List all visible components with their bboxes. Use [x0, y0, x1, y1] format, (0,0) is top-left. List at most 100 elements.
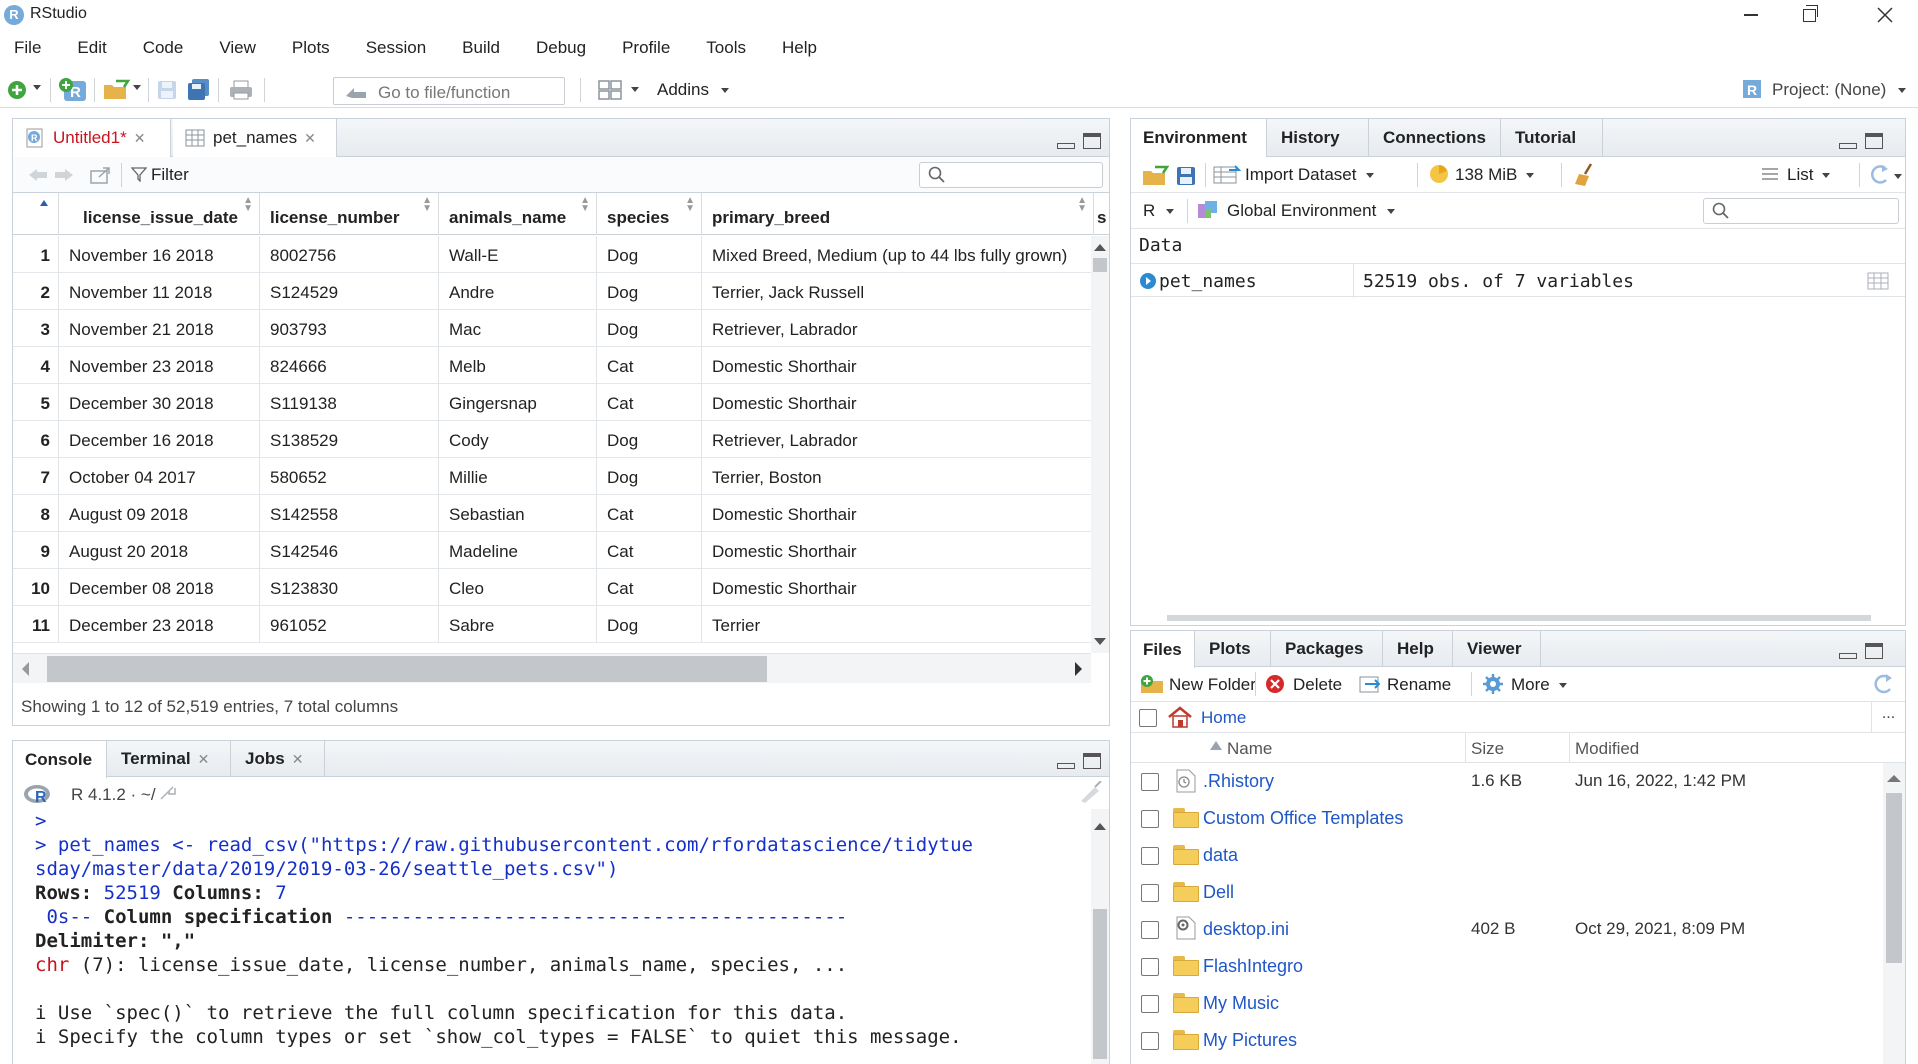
- table-row[interactable]: 8 August 09 2018 S142558 Sebastian Cat D…: [13, 495, 1091, 532]
- tab-history[interactable]: History: [1269, 119, 1369, 156]
- breadcrumb-home[interactable]: Home: [1201, 708, 1246, 728]
- data-search-input[interactable]: [919, 162, 1103, 188]
- close-tab-icon[interactable]: ✕: [198, 751, 210, 768]
- table-row[interactable]: 3 November 21 2018 903793 Mac Dog Retrie…: [13, 310, 1091, 347]
- table-row[interactable]: 7 October 04 2017 580652 Millie Dog Terr…: [13, 458, 1091, 495]
- pane-layout-dropdown-icon[interactable]: [630, 86, 640, 94]
- column-header-species[interactable]: species ▲ ▼: [597, 193, 702, 235]
- save-all-icon[interactable]: [186, 78, 212, 102]
- file-checkbox[interactable]: [1141, 884, 1159, 902]
- file-checkbox[interactable]: [1141, 1032, 1159, 1050]
- file-checkbox[interactable]: [1141, 810, 1159, 828]
- file-checkbox[interactable]: [1141, 921, 1159, 939]
- menu-tools[interactable]: Tools: [706, 36, 764, 64]
- folder-row[interactable]: data: [1131, 837, 1883, 874]
- close-tab-icon[interactable]: ✕: [304, 130, 316, 147]
- tab-jobs[interactable]: Jobs ✕: [233, 741, 325, 777]
- memory-usage-button[interactable]: 138 MiB: [1429, 164, 1535, 185]
- folder-name[interactable]: My Music: [1203, 993, 1279, 1014]
- folder-row[interactable]: Custom Office Templates: [1131, 800, 1883, 837]
- tab-files[interactable]: Files: [1131, 631, 1195, 668]
- close-window-button[interactable]: [1856, 0, 1914, 30]
- menu-view[interactable]: View: [219, 36, 274, 64]
- maximize-pane-icon[interactable]: [1863, 131, 1883, 151]
- table-row[interactable]: 5 December 30 2018 S119138 Gingersnap Ca…: [13, 384, 1091, 421]
- clear-console-icon[interactable]: [1077, 781, 1103, 805]
- refresh-files-icon[interactable]: [1871, 672, 1895, 696]
- refresh-environment-icon[interactable]: [1867, 164, 1903, 186]
- view-mode-button[interactable]: List: [1761, 165, 1831, 185]
- table-row[interactable]: 4 November 23 2018 824666 Melb Cat Domes…: [13, 347, 1091, 384]
- restore-window-button[interactable]: [1780, 0, 1838, 30]
- menu-plots[interactable]: Plots: [292, 36, 348, 64]
- tab-connections[interactable]: Connections: [1371, 119, 1501, 156]
- file-checkbox[interactable]: [1141, 995, 1159, 1013]
- open-file-icon[interactable]: [102, 79, 132, 101]
- menu-build[interactable]: Build: [462, 36, 518, 64]
- minimize-pane-icon[interactable]: [1055, 751, 1075, 771]
- folder-name[interactable]: FlashIntegro: [1203, 956, 1303, 977]
- file-checkbox[interactable]: [1141, 773, 1159, 791]
- folder-name[interactable]: Dell: [1203, 882, 1234, 903]
- tab-packages[interactable]: Packages: [1273, 631, 1383, 667]
- environment-search-input[interactable]: [1703, 198, 1899, 224]
- environment-scope-select[interactable]: Global Environment: [1197, 200, 1396, 221]
- open-in-new-window-icon[interactable]: [89, 167, 111, 185]
- folder-name[interactable]: data: [1203, 845, 1238, 866]
- column-header-license-number[interactable]: license_number ▲ ▼: [260, 193, 439, 235]
- more-menu-button[interactable]: More: [1481, 673, 1568, 695]
- console-scrollbar[interactable]: [1091, 809, 1109, 1064]
- menu-debug[interactable]: Debug: [536, 36, 604, 64]
- forward-arrow-icon[interactable]: [53, 167, 75, 183]
- file-checkbox[interactable]: [1141, 958, 1159, 976]
- grid-horizontal-scrollbar[interactable]: [13, 653, 1091, 683]
- file-row[interactable]: desktop.ini 402 B Oct 29, 2021, 8:09 PM: [1131, 911, 1883, 948]
- save-icon[interactable]: [156, 79, 178, 101]
- import-dataset-button[interactable]: Import Dataset: [1213, 164, 1375, 185]
- view-data-table-icon[interactable]: [1867, 272, 1889, 290]
- file-name[interactable]: desktop.ini: [1203, 919, 1289, 940]
- menu-code[interactable]: Code: [143, 36, 202, 64]
- minimize-pane-icon[interactable]: [1055, 131, 1075, 151]
- tab-viewer[interactable]: Viewer: [1455, 631, 1541, 667]
- file-row[interactable]: .Rhistory 1.6 KB Jun 16, 2022, 1:42 PM: [1131, 763, 1883, 800]
- file-checkbox[interactable]: [1141, 847, 1159, 865]
- table-row[interactable]: 9 August 20 2018 S142546 Madeline Cat Do…: [13, 532, 1091, 569]
- close-tab-icon[interactable]: ✕: [292, 751, 304, 768]
- project-menu[interactable]: Project: (None): [1772, 80, 1907, 100]
- print-icon[interactable]: [228, 79, 254, 101]
- table-row[interactable]: 1 November 16 2018 8002756 Wall-E Dog Mi…: [13, 236, 1091, 273]
- maximize-pane-icon[interactable]: [1081, 131, 1101, 151]
- environment-object-row[interactable]: pet_names 52519 obs. of 7 variables: [1131, 263, 1905, 298]
- grid-vertical-scrollbar[interactable]: [1091, 236, 1109, 653]
- menu-file[interactable]: File: [14, 36, 59, 64]
- new-project-icon[interactable]: R: [58, 77, 88, 103]
- folder-row[interactable]: Dell: [1131, 874, 1883, 911]
- language-select[interactable]: R: [1143, 201, 1175, 221]
- minimize-pane-icon[interactable]: [1837, 131, 1857, 151]
- back-arrow-icon[interactable]: [27, 167, 49, 183]
- rename-button[interactable]: Rename: [1359, 674, 1451, 695]
- table-row[interactable]: 2 November 11 2018 S124529 Andre Dog Ter…: [13, 273, 1091, 310]
- close-tab-icon[interactable]: ✕: [134, 130, 146, 147]
- clear-workspace-broom-icon[interactable]: [1573, 162, 1599, 188]
- delete-button[interactable]: Delete: [1265, 674, 1342, 695]
- environment-horizontal-scrollbar[interactable]: [1167, 615, 1871, 621]
- table-row[interactable]: 10 December 08 2018 S123830 Cleo Cat Dom…: [13, 569, 1091, 606]
- console-output[interactable]: > > pet_names <- read_csv("https://raw.g…: [13, 809, 1091, 1064]
- menu-session[interactable]: Session: [366, 36, 444, 64]
- column-header-license-issue-date[interactable]: license_issue_date ▲ ▼: [59, 193, 260, 235]
- tab-environment[interactable]: Environment: [1131, 119, 1267, 157]
- maximize-pane-icon[interactable]: [1863, 641, 1883, 661]
- tab-console[interactable]: Console: [13, 741, 107, 778]
- menu-edit[interactable]: Edit: [77, 36, 124, 64]
- files-scrollbar[interactable]: [1883, 763, 1905, 1064]
- folder-row[interactable]: FlashIntegro: [1131, 948, 1883, 985]
- tab-untitled1[interactable]: R Untitled1* ✕: [13, 119, 171, 157]
- maximize-pane-icon[interactable]: [1081, 751, 1101, 771]
- folder-row[interactable]: My Pictures: [1131, 1022, 1883, 1059]
- pane-layout-icon[interactable]: [598, 80, 622, 100]
- column-header-truncated[interactable]: s: [1094, 193, 1109, 235]
- go-to-directory-icon[interactable]: [159, 785, 177, 801]
- open-file-dropdown-icon[interactable]: [132, 84, 142, 92]
